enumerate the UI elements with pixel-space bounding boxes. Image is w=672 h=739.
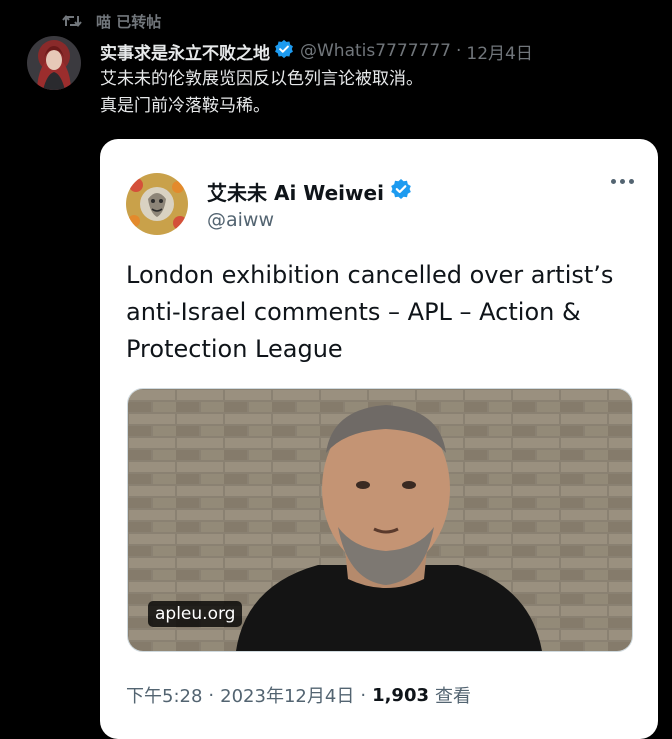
separator-dot: · [208,684,215,706]
author-name[interactable]: 实事求是永立不败之地 [100,39,270,64]
quote-avatar[interactable] [126,173,188,235]
post-date[interactable]: 2023年12月4日 [220,682,354,708]
author-handle[interactable]: @Whatis7777777 [300,41,451,61]
quote-author-name[interactable]: 艾未未 Ai Weiwei [207,177,384,206]
more-options-icon[interactable] [611,179,634,184]
tweet-text-line: 真是门前冷落鞍马稀。 [100,96,270,116]
avatar[interactable] [27,36,81,90]
quote-author-handle[interactable]: @aiww [207,209,274,231]
views-count: 1,903 [372,684,429,706]
quote-text-line: London exhibition cancelled over artist’… [126,261,614,289]
quote-text-line: anti-Israel comments – APL – Action & [126,298,581,326]
media-source-domain: apleu.org [148,601,243,627]
media-image[interactable]: apleu.org [127,388,633,652]
tweet-text: 艾未未的伦敦展览因反以色列言论被取消。 真是门前冷落鞍马稀。 [100,66,640,120]
verified-badge-icon[interactable] [390,178,412,205]
separator-dot: · [360,684,367,706]
post-time[interactable]: 下午5:28 [126,682,202,708]
tweet-text-line: 艾未未的伦敦展览因反以色列言论被取消。 [100,69,423,89]
tweet-header: 实事求是永立不败之地 @Whatis7777777 · 12月4日 [100,38,533,64]
retweeted-by-label[interactable]: 喵 已转帖 [96,11,161,32]
quote-author-row: 艾未未 Ai Weiwei [207,177,412,205]
quoted-tweet-card[interactable]: 艾未未 Ai Weiwei @aiww London exhibition ca… [100,139,658,739]
quote-text: London exhibition cancelled over artist’… [126,257,626,368]
verified-badge-icon[interactable] [274,39,294,64]
quote-text-line: Protection League [126,335,343,363]
tweet-date[interactable]: 12月4日 [466,39,532,64]
views-label[interactable]: 查看 [435,682,471,708]
separator-dot: · [455,41,462,61]
quote-footer: 下午5:28 · 2023年12月4日 · 1,903 查看 [126,682,471,708]
retweeted-by-row: 喵 已转帖 [62,10,161,32]
retweet-icon [62,13,82,29]
